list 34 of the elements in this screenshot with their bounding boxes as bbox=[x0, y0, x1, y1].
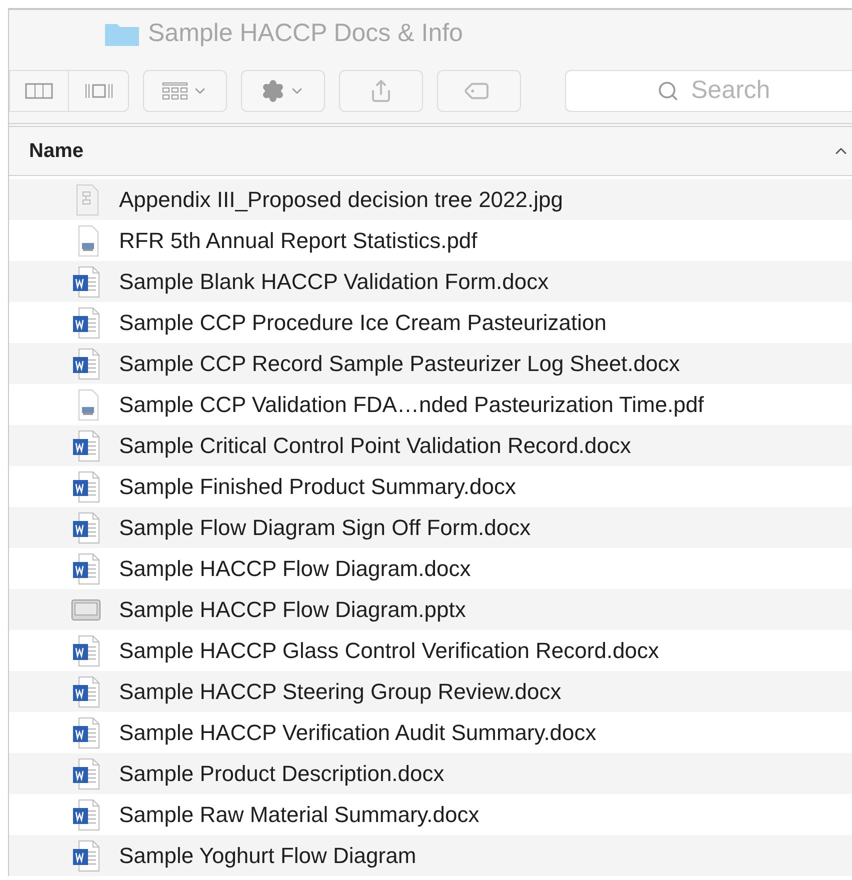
file-row[interactable]: Sample HACCP Flow Diagram.pptx bbox=[9, 589, 852, 630]
file-row[interactable]: Sample Flow Diagram Sign Off Form.docx bbox=[9, 507, 852, 548]
word-document-icon bbox=[71, 840, 101, 872]
word-document-icon bbox=[71, 266, 101, 298]
share-button[interactable] bbox=[339, 70, 423, 112]
arrange-button[interactable] bbox=[143, 70, 227, 112]
word-document-icon bbox=[71, 348, 101, 380]
file-row[interactable]: Appendix III_Proposed decision tree 2022.jpg bbox=[9, 179, 852, 220]
columns-icon bbox=[25, 82, 53, 100]
tag-button[interactable] bbox=[437, 70, 521, 112]
grid-icon bbox=[162, 82, 188, 100]
word-document-icon bbox=[71, 758, 101, 790]
word-document-icon bbox=[71, 512, 101, 544]
word-document-icon bbox=[71, 634, 101, 666]
file-row[interactable]: Sample Product Description.docx bbox=[9, 753, 852, 794]
file-row[interactable]: Sample HACCP Steering Group Review.docx bbox=[9, 671, 852, 712]
file-row[interactable]: Sample CCP Record Sample Pasteurizer Log Sheet.docx bbox=[9, 343, 852, 384]
file-row[interactable]: Sample Critical Control Point Validation Record.docx bbox=[9, 425, 852, 466]
search-field[interactable]: Search bbox=[565, 70, 852, 112]
action-button[interactable] bbox=[241, 70, 325, 112]
word-document-icon bbox=[71, 470, 101, 502]
word-document-icon bbox=[71, 306, 101, 338]
file-row[interactable]: Sample Yoghurt Flow Diagram bbox=[9, 835, 852, 876]
share-icon bbox=[369, 78, 393, 102]
word-document-icon bbox=[71, 552, 101, 584]
word-document-icon bbox=[71, 430, 101, 462]
file-row[interactable]: Sample Blank HACCP Validation Form.docx bbox=[9, 261, 852, 302]
window-title: Sample HACCP Docs & Info bbox=[148, 18, 463, 50]
folder-icon bbox=[104, 21, 140, 47]
word-document-icon bbox=[71, 676, 101, 708]
word-document-icon bbox=[71, 716, 101, 748]
search-icon bbox=[657, 80, 679, 102]
column-header[interactable]: Name bbox=[9, 126, 852, 176]
word-document-icon bbox=[71, 798, 101, 830]
